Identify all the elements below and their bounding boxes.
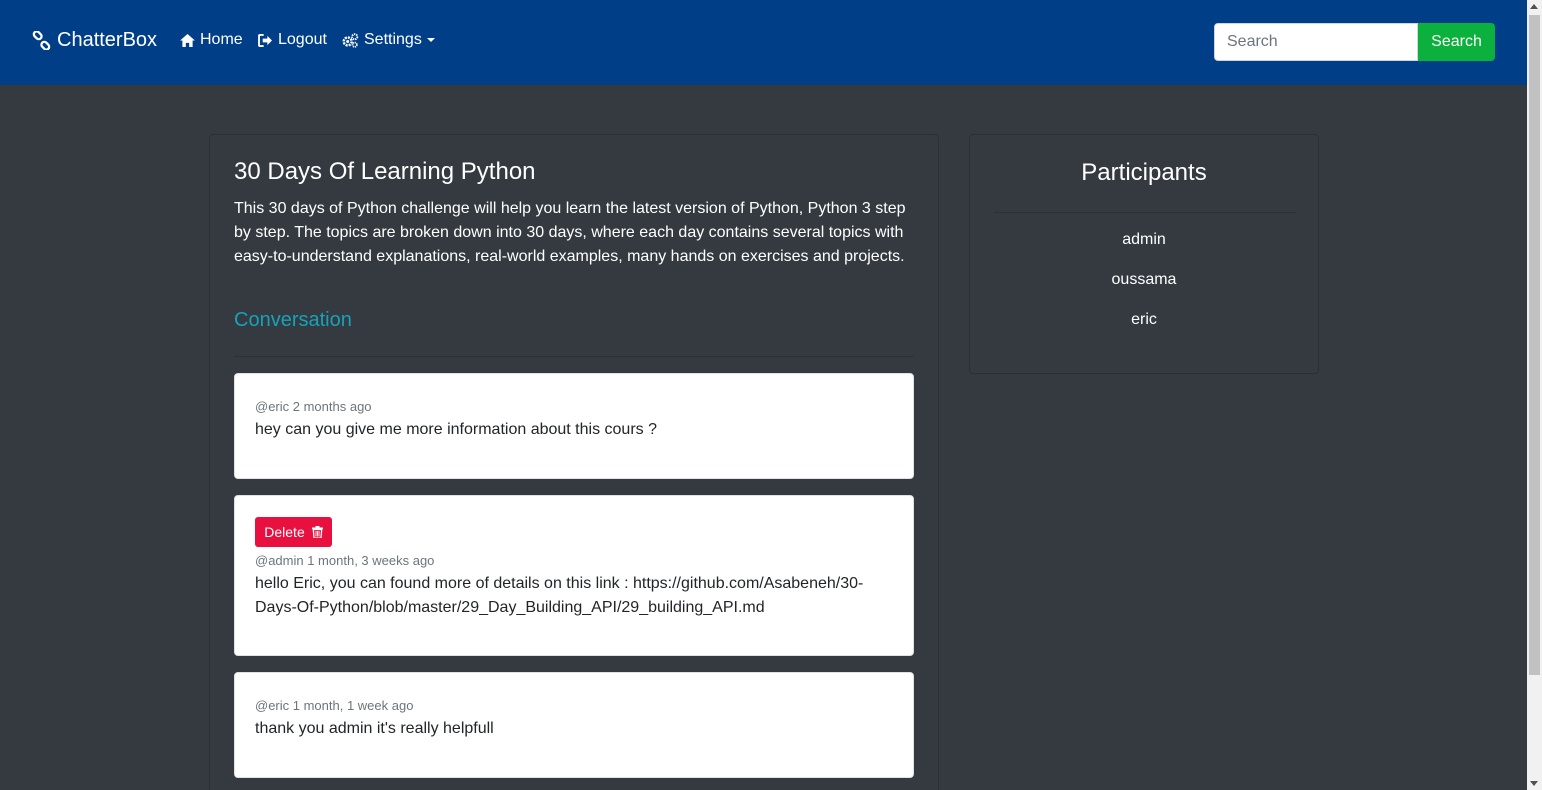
search-button[interactable]: Search (1418, 23, 1495, 61)
cogs-icon (342, 32, 359, 48)
message-body: hello Eric, you can found more of detail… (255, 575, 864, 616)
message-meta: @admin 1 month, 3 weeks ago (255, 553, 435, 568)
message-card: Delete @admin 1 month, 3 weeks ago hello… (234, 495, 914, 656)
sign-out-icon (258, 33, 272, 47)
search-input[interactable] (1214, 23, 1418, 61)
conversation-heading: Conversation (234, 309, 352, 331)
delete-message-button[interactable]: Delete (255, 517, 332, 547)
scroll-down-arrow-icon[interactable] (1530, 781, 1538, 786)
brand-logo-link[interactable]: ChatterBox (32, 29, 157, 52)
nav-settings-label: Settings (364, 31, 422, 48)
message-card: @eric 2 months ago hey can you give me m… (234, 373, 914, 479)
nav-home-label: Home (200, 31, 243, 48)
nav-settings-dropdown[interactable]: Settings (342, 31, 435, 49)
message-meta: @eric 2 months ago (255, 399, 372, 414)
room-card: 30 Days Of Learning Python This 30 days … (209, 134, 939, 790)
brand-name: ChatterBox (57, 29, 158, 51)
message-body: hey can you give me more information abo… (255, 421, 657, 438)
participant-item[interactable]: admin (970, 231, 1318, 249)
trash-icon (311, 526, 323, 538)
message-meta: @eric 1 month, 1 week ago (255, 698, 414, 713)
participants-card: Participants admin oussama eric (969, 134, 1319, 374)
message-body: thank you admin it's really helpfull (255, 720, 494, 737)
page-scrollbar[interactable] (1527, 0, 1542, 790)
delete-button-label: Delete (264, 524, 305, 540)
participant-item[interactable]: eric (970, 311, 1318, 329)
divider (994, 212, 1296, 213)
message-card: @eric 1 month, 1 week ago thank you admi… (234, 672, 914, 778)
top-navbar: ChatterBox Home Logout Settings Search (0, 0, 1527, 85)
link-icon (32, 31, 51, 50)
participant-item[interactable]: oussama (970, 271, 1318, 289)
room-title: 30 Days Of Learning Python (234, 158, 536, 185)
scrollbar-thumb[interactable] (1529, 15, 1540, 675)
nav-logout-label: Logout (278, 31, 327, 48)
room-description: This 30 days of Python challenge will he… (234, 200, 906, 265)
divider (234, 356, 914, 357)
scroll-up-arrow-icon[interactable] (1530, 4, 1538, 9)
participants-heading: Participants (1081, 159, 1207, 186)
home-icon (180, 33, 195, 47)
nav-home-link[interactable]: Home (180, 31, 243, 49)
nav-logout-link[interactable]: Logout (258, 31, 327, 49)
caret-down-icon (426, 38, 435, 42)
